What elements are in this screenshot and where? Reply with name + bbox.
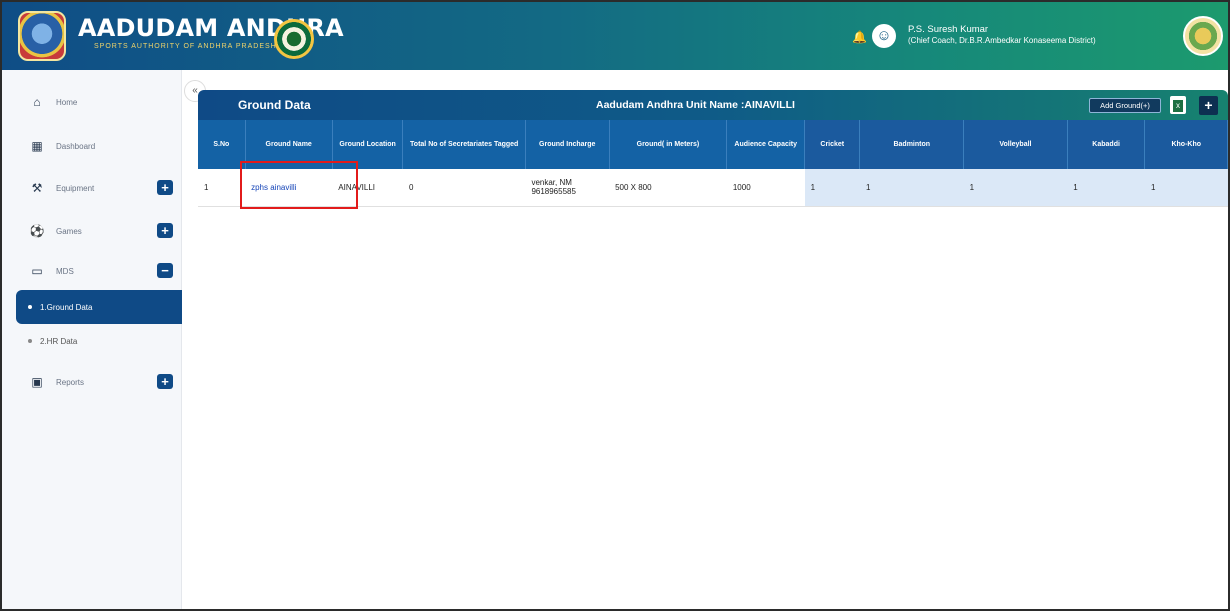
content-header: Ground Data Aadudam Andhra Unit Name :AI… bbox=[198, 90, 1228, 120]
sidebar-item-label: Equipment bbox=[56, 183, 95, 193]
user-avatar-icon[interactable]: ☺ bbox=[872, 24, 896, 48]
collapse-minus-icon[interactable]: − bbox=[157, 263, 173, 278]
table-cell: 1 bbox=[859, 169, 964, 207]
sidebar-item-label: Games bbox=[56, 226, 82, 236]
sidebar-item-games[interactable]: ⚽ Games + bbox=[2, 218, 182, 244]
column-header: Volleyball bbox=[963, 120, 1068, 169]
bullet-icon bbox=[28, 305, 32, 309]
table-cell: 1 bbox=[1067, 169, 1145, 207]
top-header: AADUDAM ANDHRA SPORTS AUTHORITY OF ANDHR… bbox=[2, 2, 1228, 70]
sidebar-subitem-hr-data[interactable]: 2.HR Data bbox=[16, 326, 182, 356]
sidebar-item-dashboard[interactable]: ▦ Dashboard bbox=[2, 133, 182, 159]
expand-plus-icon[interactable]: + bbox=[157, 374, 173, 389]
table-cell: venkar, NM 9618965585 bbox=[525, 169, 610, 207]
table-cell: 1 bbox=[804, 169, 860, 207]
user-role: (Chief Coach, Dr.B.R.Ambedkar Konaseema … bbox=[908, 36, 1096, 45]
sidebar: ⌂ Home ▦ Dashboard ⚒ Equipment + ⚽ Games… bbox=[2, 70, 182, 609]
column-header: Cricket bbox=[804, 120, 861, 169]
brand-subtitle: SPORTS AUTHORITY OF ANDHRA PRADESH bbox=[94, 43, 277, 50]
page-title: Ground Data bbox=[238, 98, 311, 112]
user-name: P.S. Suresh Kumar bbox=[908, 24, 989, 35]
sidebar-subitem-ground-data[interactable]: 1.Ground Data bbox=[16, 290, 182, 324]
table-cell: 1 bbox=[1144, 169, 1228, 207]
home-icon: ⌂ bbox=[33, 95, 41, 109]
expand-plus-icon[interactable]: + bbox=[157, 180, 173, 195]
government-seal-icon bbox=[1183, 16, 1223, 56]
highlight-box bbox=[240, 161, 358, 209]
reports-icon: ▣ bbox=[31, 375, 43, 389]
sidebar-subitem-label: 2.HR Data bbox=[40, 336, 78, 346]
aadudam-andhra-seal-icon bbox=[274, 19, 314, 59]
table-cell: 1000 bbox=[726, 169, 805, 207]
add-ground-button[interactable]: Add Ground(+) bbox=[1089, 98, 1161, 113]
sidebar-item-label: MDS bbox=[56, 266, 74, 276]
column-header: Ground( in Meters) bbox=[609, 120, 728, 169]
notification-bell-icon[interactable]: 🔔 bbox=[852, 30, 867, 44]
table-cell: 1 bbox=[198, 169, 246, 207]
sidebar-item-mds[interactable]: ▭ MDS − bbox=[2, 258, 182, 284]
column-header: Badminton bbox=[859, 120, 965, 169]
column-header: Kho-Kho bbox=[1144, 120, 1228, 169]
column-header: Audience Capacity bbox=[726, 120, 806, 169]
excel-export-icon[interactable] bbox=[1170, 96, 1186, 114]
column-header: Kabaddi bbox=[1067, 120, 1146, 169]
column-header: Ground Incharge bbox=[525, 120, 610, 169]
games-icon: ⚽ bbox=[29, 224, 45, 238]
table-cell: 500 X 800 bbox=[609, 169, 727, 207]
sidebar-item-reports[interactable]: ▣ Reports + bbox=[2, 369, 182, 395]
column-header: Total No of Secretariates Tagged bbox=[402, 120, 526, 169]
column-header: S.No bbox=[198, 120, 246, 169]
app-window: AADUDAM ANDHRA SPORTS AUTHORITY OF ANDHR… bbox=[0, 0, 1230, 611]
sidebar-item-label: Dashboard bbox=[56, 141, 96, 151]
dashboard-icon: ▦ bbox=[31, 139, 43, 153]
bullet-icon bbox=[28, 339, 32, 343]
laptop-icon: ▭ bbox=[31, 264, 43, 278]
table-cell: 1 bbox=[963, 169, 1068, 207]
expand-plus-icon[interactable]: + bbox=[157, 223, 173, 238]
sidebar-item-home[interactable]: ⌂ Home bbox=[2, 89, 182, 115]
sidebar-item-label: Home bbox=[56, 97, 78, 107]
sidebar-subitem-label: 1.Ground Data bbox=[40, 302, 93, 312]
equipment-icon: ⚒ bbox=[31, 181, 43, 195]
sports-authority-emblem-icon bbox=[18, 11, 66, 61]
sidebar-item-equipment[interactable]: ⚒ Equipment + bbox=[2, 175, 182, 201]
add-plus-button[interactable]: + bbox=[1199, 96, 1218, 115]
table-cell: 0 bbox=[402, 169, 526, 207]
unit-name: Aadudam Andhra Unit Name :AINAVILLI bbox=[596, 99, 795, 111]
sidebar-item-label: Reports bbox=[56, 377, 85, 387]
